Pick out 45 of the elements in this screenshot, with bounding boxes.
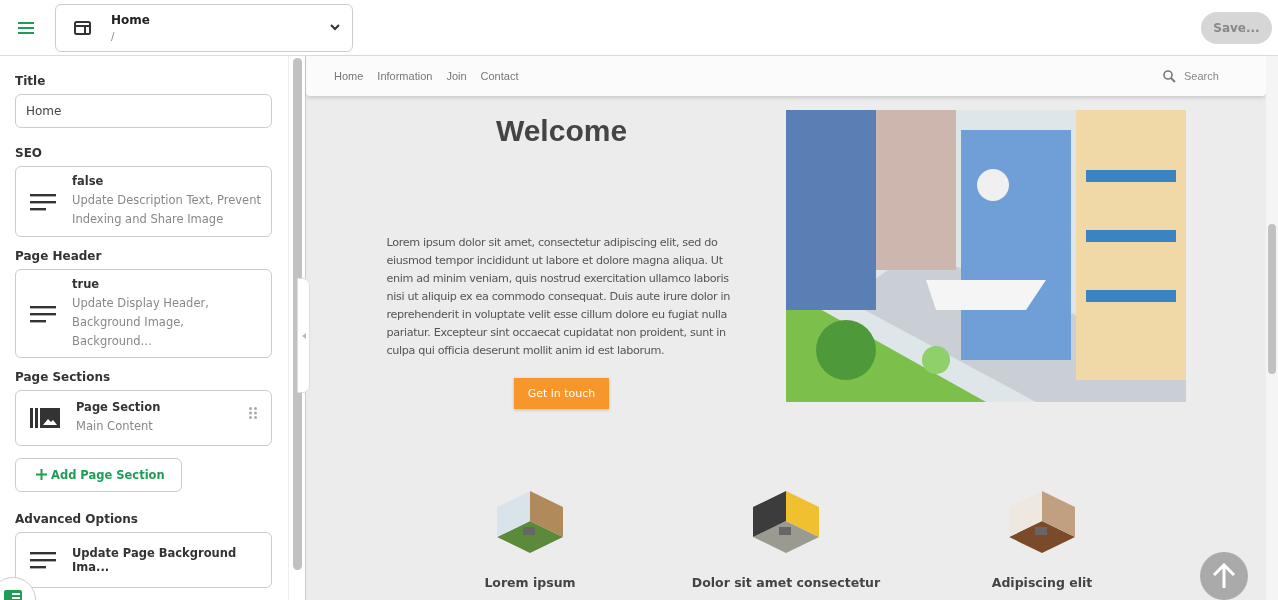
align-left-icon xyxy=(30,304,56,323)
align-left-icon xyxy=(30,551,56,569)
section-image-icon xyxy=(30,407,60,428)
section-label: SEO xyxy=(15,146,44,161)
drag-handle-icon[interactable] xyxy=(249,406,257,419)
nav-link[interactable]: Contact xyxy=(480,70,519,82)
section-label: Advanced Options xyxy=(15,512,139,526)
card-description: Update Display Header, Background Image, Background… xyxy=(72,294,210,350)
card-title: Update Page Background Ima... xyxy=(72,546,238,574)
card-title: false xyxy=(72,174,105,189)
page-section-card[interactable]: Page Section Main Content xyxy=(15,389,272,446)
settings-card[interactable]: false Update Description Text, Prevent Indexing and Share Image xyxy=(15,166,272,238)
panel-resize-handle[interactable] xyxy=(297,278,310,393)
page-title: Home xyxy=(111,13,151,27)
nav-link[interactable]: Join xyxy=(446,70,467,82)
page-select[interactable]: Home / xyxy=(55,3,353,52)
section-label: Page Header xyxy=(15,249,103,264)
title-input[interactable]: Home xyxy=(15,94,272,129)
scrollbar-thumb[interactable] xyxy=(292,58,302,570)
section-label: Page Sections xyxy=(15,369,112,384)
search-field[interactable]: Search xyxy=(1182,69,1226,83)
nav-link[interactable]: Home xyxy=(334,70,364,82)
hero-text: Lorem ipsum dolor sit amet, consectetur adipiscing elit, sed do eiusmod tempor incididunt ut labore et dolore magna aliqua. Ut enim ad minim veniam, quis nostrud exercitation ullamco laboris nisi ut aliquip ex ea commodo consequat. Duis aute irure dolor in reprehenderit in voluptate velit esse cillum dolore eu fugiat nulla pariatur. Excepteur sint occaecat cupidatat non proident, sunt in culpa qui officia deserunt mollit anim id est laborum. xyxy=(386,235,731,359)
spreadsheet-icon xyxy=(4,590,22,600)
card-description: Main Content xyxy=(76,417,154,435)
search-icon xyxy=(1163,69,1176,83)
page-path: / xyxy=(111,31,116,42)
scrollbar-thumb[interactable] xyxy=(1268,224,1276,374)
menu-icon[interactable] xyxy=(18,21,34,34)
arrow-up-icon xyxy=(1212,563,1236,589)
nav-link[interactable]: Information xyxy=(377,70,433,82)
hero-title: Welcome xyxy=(495,114,628,148)
field-label: Title xyxy=(15,74,47,88)
settings-card[interactable]: true Update Display Header, Background Image, Background… xyxy=(15,269,272,358)
feature-title: Adipiscing elit xyxy=(991,575,1093,590)
add-section-button[interactable]: Add Page Section xyxy=(15,457,182,492)
card-title: true xyxy=(72,276,101,291)
layout-icon xyxy=(74,20,91,35)
plus-icon xyxy=(36,469,47,481)
card-title: Page Section xyxy=(76,399,162,414)
align-left-icon xyxy=(30,192,56,211)
feature-title: Lorem ipsum xyxy=(484,575,576,590)
chevron-down-icon xyxy=(330,24,340,31)
feature-title: Dolor sit amet consectetur xyxy=(691,575,881,590)
card-description: Update Description Text, Prevent Indexing and Share Image xyxy=(72,192,262,229)
